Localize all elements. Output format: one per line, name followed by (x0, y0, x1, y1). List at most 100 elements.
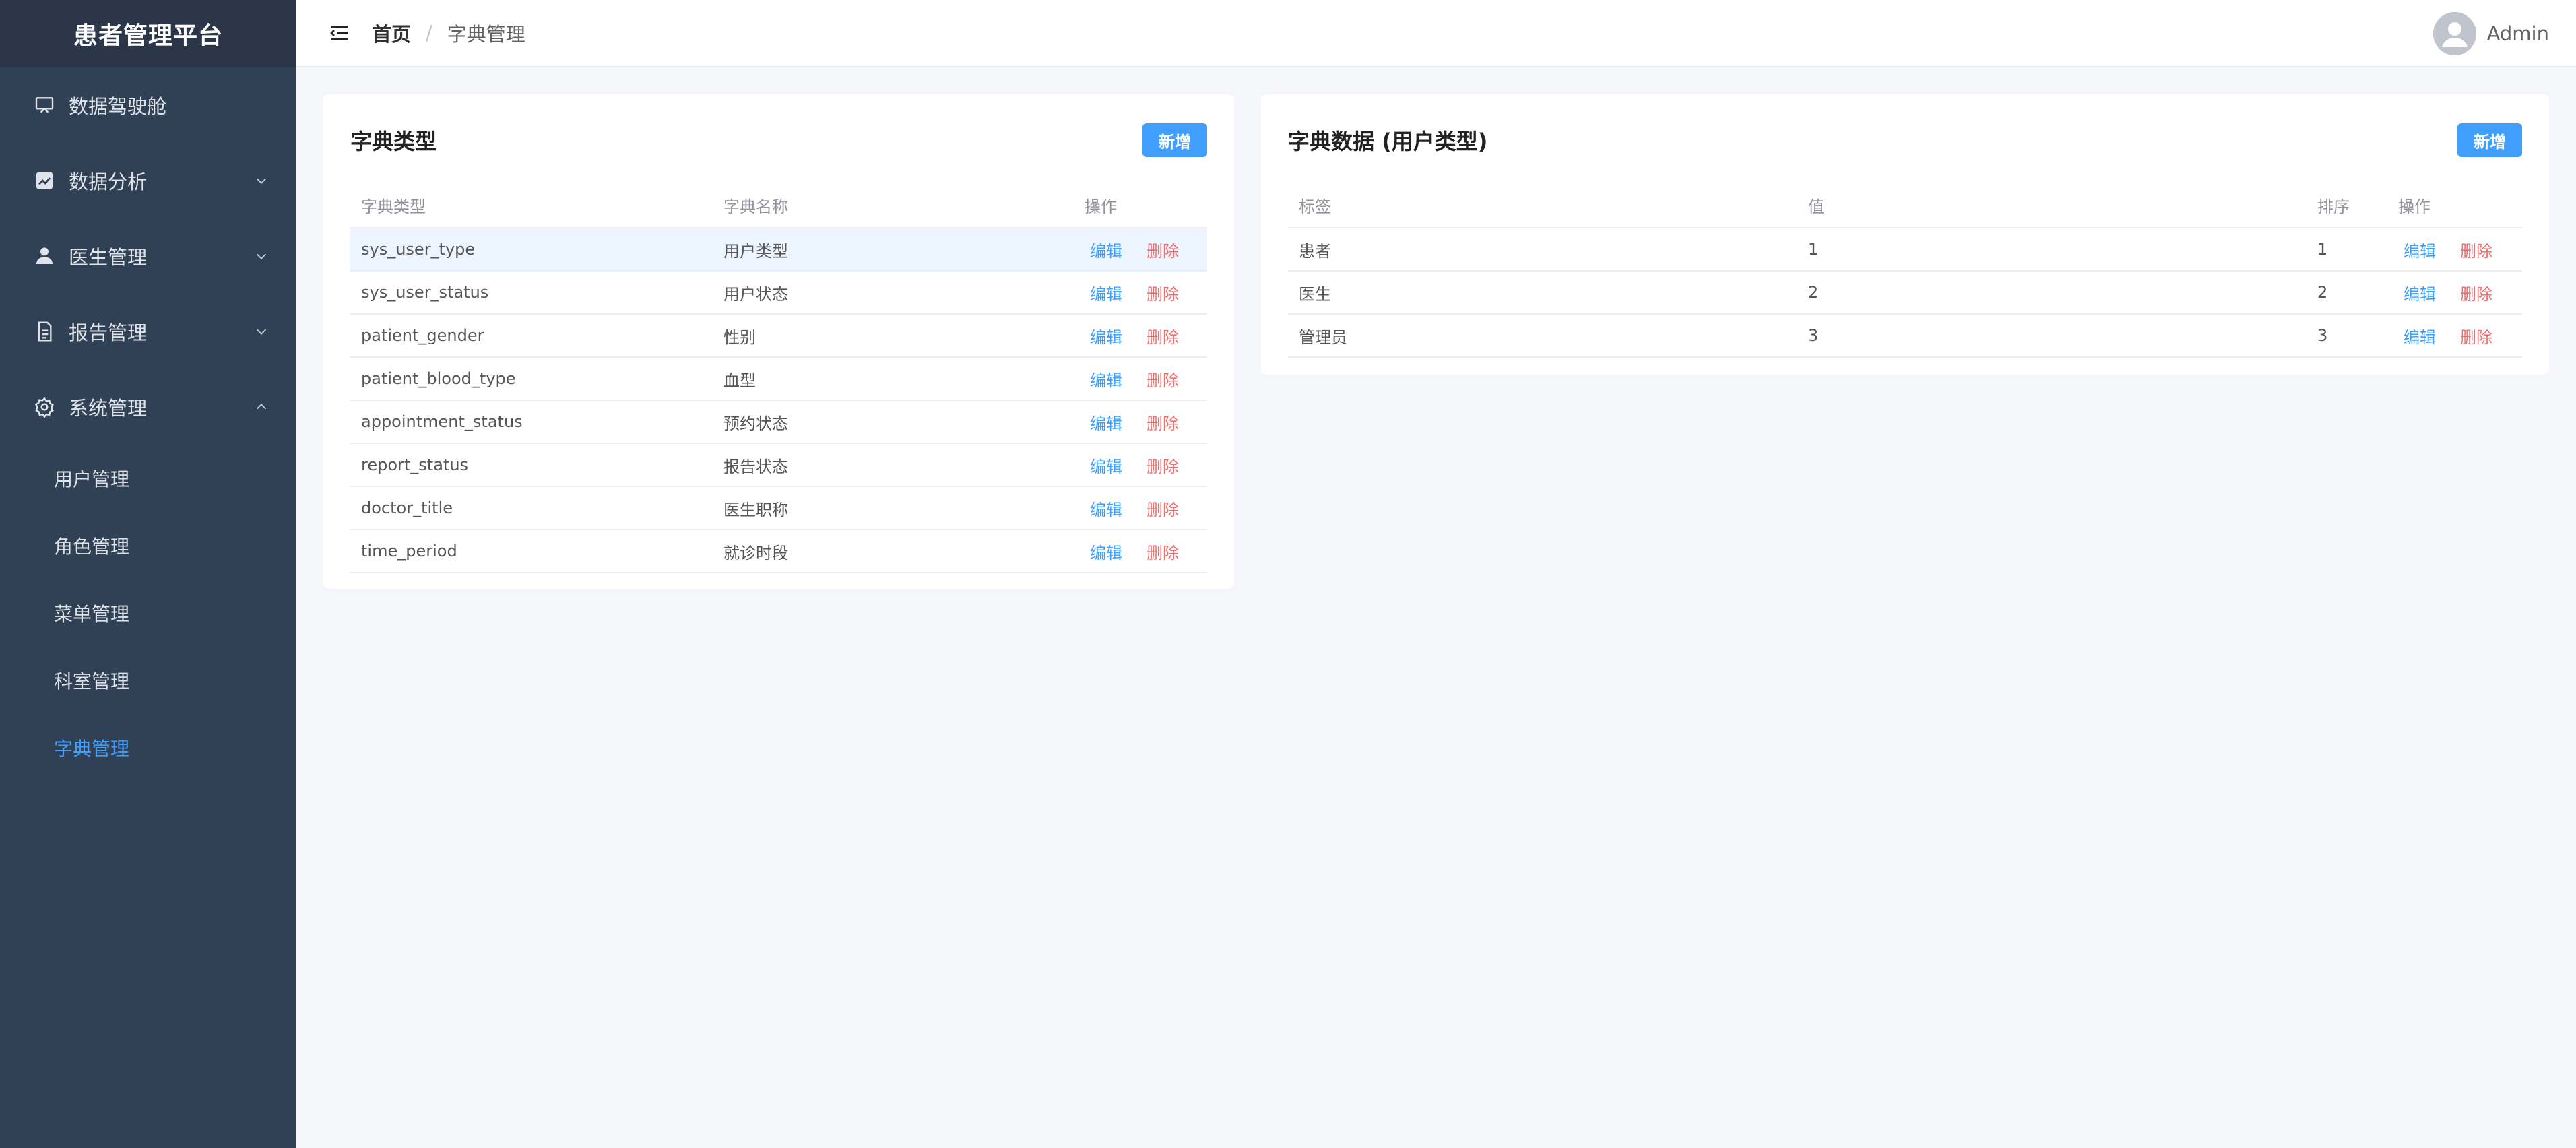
edit-button[interactable]: 编辑 (1090, 367, 1122, 391)
table-row[interactable]: patient_gender 性别 编辑 删除 (350, 314, 1207, 358)
actions-cell: 编辑 删除 (1074, 314, 1207, 358)
sidebar-item-system[interactable]: 系统管理 (0, 369, 296, 445)
delete-button[interactable]: 删除 (2460, 324, 2492, 348)
edit-button[interactable]: 编辑 (1090, 324, 1122, 348)
breadcrumb-home[interactable]: 首页 (372, 19, 411, 47)
table-header-row: 标签 值 排序 操作 (1288, 183, 2522, 228)
breadcrumb-separator: / (426, 22, 432, 44)
column-header: 标签 (1288, 183, 1797, 228)
username: Admin (2486, 22, 2549, 45)
user-menu[interactable]: Admin (2433, 0, 2549, 67)
breadcrumb: 首页 / 字典管理 (372, 19, 525, 47)
add-dict-data-button[interactable]: 新增 (2457, 123, 2522, 157)
edit-button[interactable]: 编辑 (2404, 238, 2436, 261)
table-row[interactable]: report_status 报告状态 编辑 删除 (350, 443, 1207, 487)
sidebar-item-dashboard[interactable]: 数据驾驶舱 (0, 67, 296, 143)
delete-button[interactable]: 删除 (1147, 281, 1179, 305)
table-row[interactable]: doctor_title 医生职称 编辑 删除 (350, 486, 1207, 530)
table-row[interactable]: time_period 就诊时段 编辑 删除 (350, 530, 1207, 573)
value-cell: 1 (1797, 228, 2307, 272)
actions-cell: 编辑 删除 (2387, 228, 2522, 272)
chevron-down-icon (253, 172, 269, 189)
column-header: 排序 (2307, 183, 2387, 228)
actions-cell: 编辑 删除 (1074, 486, 1207, 530)
table-header-row: 字典类型 字典名称 操作 (350, 183, 1207, 228)
actions-cell: 编辑 删除 (1074, 530, 1207, 573)
delete-button[interactable]: 删除 (1147, 367, 1179, 391)
dict-type-cell: appointment_status (350, 400, 713, 444)
sidebar-item-departments[interactable]: 科室管理 (0, 647, 296, 714)
sidebar-item-analytics[interactable]: 数据分析 (0, 143, 296, 218)
dict-data-card: 字典数据 (用户类型) 新增 标签 值 排序 操作 患者 1 1 编辑 删除 医生… (1261, 94, 2549, 375)
label-cell: 管理员 (1288, 314, 1797, 358)
delete-button[interactable]: 删除 (2460, 238, 2492, 261)
sidebar-item-dictionary[interactable]: 字典管理 (0, 714, 296, 782)
sort-cell: 3 (2307, 314, 2387, 358)
dict-name-cell: 性别 (713, 314, 1074, 358)
delete-button[interactable]: 删除 (2460, 281, 2492, 305)
edit-button[interactable]: 编辑 (1090, 410, 1122, 434)
delete-button[interactable]: 删除 (1147, 238, 1179, 261)
dict-name-cell: 预约状态 (713, 400, 1074, 444)
table-row[interactable]: 医生 2 2 编辑 删除 (1288, 271, 2522, 315)
card-header: 字典数据 (用户类型) 新增 (1288, 121, 2522, 159)
dict-name-cell: 用户类型 (713, 228, 1074, 272)
line-chart-icon (32, 168, 57, 193)
actions-cell: 编辑 删除 (1074, 443, 1207, 487)
delete-button[interactable]: 删除 (1147, 497, 1179, 520)
sidebar-item-roles[interactable]: 角色管理 (0, 512, 296, 579)
delete-button[interactable]: 删除 (1147, 410, 1179, 434)
dict-type-cell: sys_user_status (350, 271, 713, 315)
sidebar-item-label: 数据驾驶舱 (69, 95, 167, 118)
system-submenu: 用户管理 角色管理 菜单管理 科室管理 字典管理 (0, 445, 296, 782)
table-row[interactable]: patient_blood_type 血型 编辑 删除 (350, 357, 1207, 401)
actions-cell: 编辑 删除 (1074, 400, 1207, 444)
sidebar-item-menus[interactable]: 菜单管理 (0, 579, 296, 647)
edit-button[interactable]: 编辑 (1090, 281, 1122, 305)
sidebar-item-reports[interactable]: 报告管理 (0, 294, 296, 369)
breadcrumb-current: 字典管理 (447, 23, 525, 46)
sort-cell: 1 (2307, 228, 2387, 272)
actions-cell: 编辑 删除 (1074, 357, 1207, 401)
actions-cell: 编辑 删除 (2387, 271, 2522, 315)
document-icon (32, 319, 57, 344)
dict-type-cell: report_status (350, 443, 713, 487)
dict-data-table: 标签 值 排序 操作 患者 1 1 编辑 删除 医生 2 2 编辑 删除 管理员 3 (1288, 183, 2522, 358)
sidebar-item-label: 数据分析 (69, 170, 148, 193)
actions-cell: 编辑 删除 (1074, 271, 1207, 315)
menu-toggle-icon[interactable] (326, 20, 353, 46)
value-cell: 2 (1797, 271, 2307, 315)
table-row[interactable]: 管理员 3 3 编辑 删除 (1288, 314, 2522, 358)
delete-button[interactable]: 删除 (1147, 324, 1179, 348)
edit-button[interactable]: 编辑 (1090, 497, 1122, 520)
dict-type-card: 字典类型 新增 字典类型 字典名称 操作 sys_user_type 用户类型 … (323, 94, 1234, 589)
dict-name-cell: 报告状态 (713, 443, 1074, 487)
sidebar-item-doctors[interactable]: 医生管理 (0, 218, 296, 294)
value-cell: 3 (1797, 314, 2307, 358)
delete-button[interactable]: 删除 (1147, 453, 1179, 477)
edit-button[interactable]: 编辑 (1090, 238, 1122, 261)
table-row[interactable]: sys_user_type 用户类型 编辑 删除 (350, 228, 1207, 272)
add-dict-type-button[interactable]: 新增 (1142, 123, 1207, 157)
table-row[interactable]: sys_user_status 用户状态 编辑 删除 (350, 271, 1207, 315)
user-icon (32, 244, 57, 268)
edit-button[interactable]: 编辑 (2404, 281, 2436, 305)
dict-type-title: 字典类型 (350, 129, 437, 154)
sort-cell: 2 (2307, 271, 2387, 315)
delete-button[interactable]: 删除 (1147, 540, 1179, 563)
dict-type-cell: patient_gender (350, 314, 713, 358)
sidebar-item-users[interactable]: 用户管理 (0, 445, 296, 512)
column-header: 字典类型 (350, 183, 713, 228)
edit-button[interactable]: 编辑 (1090, 453, 1122, 477)
table-row[interactable]: appointment_status 预约状态 编辑 删除 (350, 400, 1207, 444)
sidebar-item-label: 系统管理 (69, 397, 148, 420)
sidebar: 患者管理平台 数据驾驶舱 数据分析 医生管理 报告管理 系统管理 用户管理 角色… (0, 0, 296, 1148)
edit-button[interactable]: 编辑 (1090, 540, 1122, 563)
label-cell: 医生 (1288, 271, 1797, 315)
app-logo: 患者管理平台 (0, 0, 296, 67)
dict-name-cell: 就诊时段 (713, 530, 1074, 573)
avatar (2433, 12, 2476, 55)
label-cell: 患者 (1288, 228, 1797, 272)
table-row[interactable]: 患者 1 1 编辑 删除 (1288, 228, 2522, 272)
edit-button[interactable]: 编辑 (2404, 324, 2436, 348)
